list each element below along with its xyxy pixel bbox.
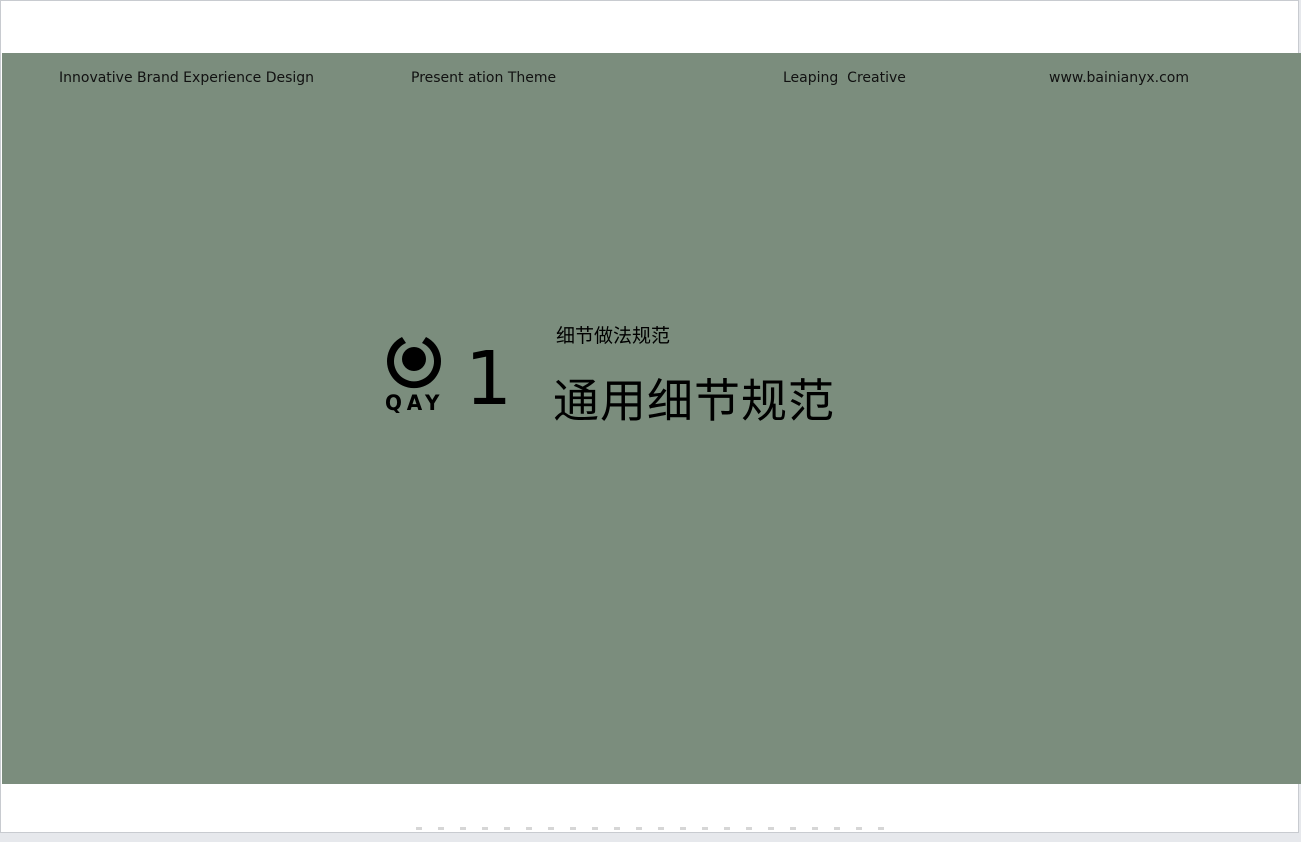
header-theme: Present ation Theme [411,70,557,86]
viewer-bottom-bar [0,833,1301,842]
header-tagline: Innovative Brand Experience Design [59,70,315,86]
slide-canvas: Innovative Brand Experience Design Prese… [2,53,1301,784]
logo-wordmark: QAY [385,391,445,415]
header-website: www.bainianyx.com [1049,70,1190,86]
document-viewer: Innovative Brand Experience Design Prese… [0,0,1301,842]
section-subtitle: 细节做法规范 [556,325,671,347]
section-title: 通用细节规范 [553,374,835,428]
footer-faint-text [416,827,886,830]
slide-page: Innovative Brand Experience Design Prese… [0,0,1301,833]
section-number: 1 [465,336,513,422]
header-slogan: Leaping Creative [783,70,906,86]
